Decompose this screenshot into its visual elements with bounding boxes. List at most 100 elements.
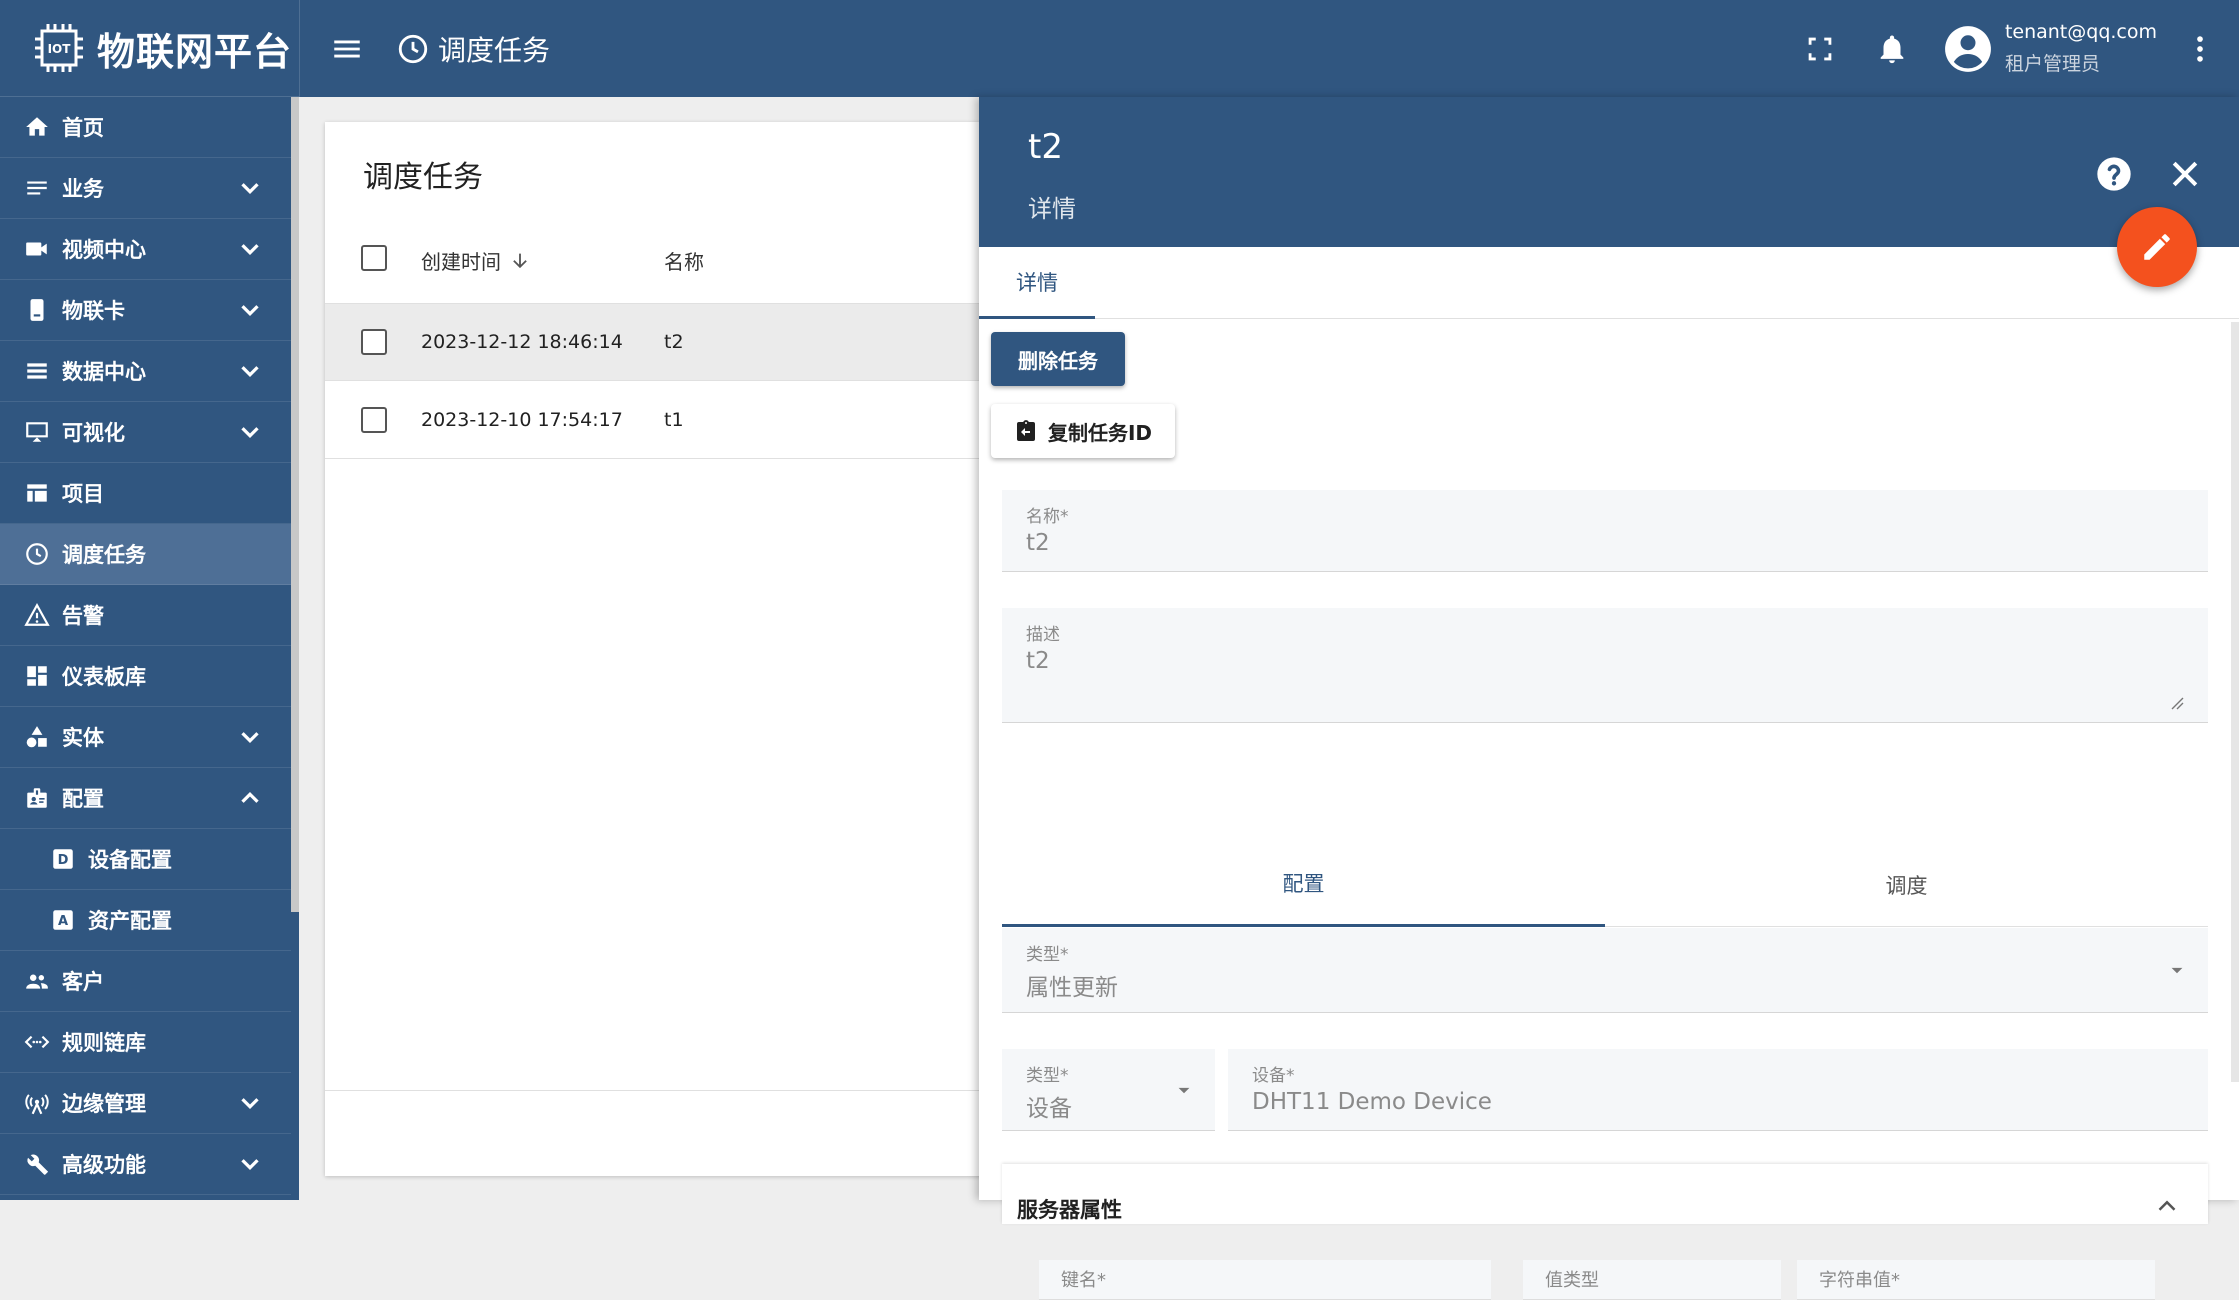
sidebar-item[interactable]: 高级功能 bbox=[0, 1134, 291, 1195]
brand-name: 物联网平台 bbox=[97, 29, 293, 74]
sidebar-item-label: 仪表板库 bbox=[62, 665, 146, 689]
chevron-down-icon[interactable] bbox=[235, 417, 265, 447]
people-icon bbox=[26, 974, 48, 989]
attribute-key-label: 键名* bbox=[1061, 1270, 1106, 1291]
description-field[interactable]: 描述 t2 bbox=[1002, 608, 2208, 723]
sidebar-item-label: 客户 bbox=[62, 970, 104, 994]
logo[interactable]: IOT 物联网平台 bbox=[0, 0, 299, 97]
chevron-down-icon[interactable] bbox=[235, 173, 265, 203]
sidebar-item[interactable]: D 设备配置 bbox=[0, 829, 291, 890]
detail-title: t2 bbox=[1028, 127, 1063, 167]
menu-toggle-icon[interactable] bbox=[330, 32, 364, 66]
column-name[interactable]: 名称 bbox=[664, 246, 704, 275]
monitor-icon bbox=[26, 422, 48, 442]
sidebar-item[interactable]: 项目 bbox=[0, 463, 291, 524]
entity-type-select[interactable]: 类型* 设备 bbox=[1002, 1049, 1215, 1131]
sidebar-item[interactable]: 规则链库 bbox=[0, 1012, 291, 1073]
dropdown-arrow-icon bbox=[1178, 1087, 1190, 1094]
sidebar-item[interactable]: 边缘管理 bbox=[0, 1073, 291, 1134]
tab-configuration[interactable]: 配置 bbox=[1002, 842, 1605, 927]
attribute-string-value-label: 字符串值* bbox=[1819, 1270, 1900, 1291]
sidebar-item-label: 项目 bbox=[62, 482, 104, 506]
delete-task-button[interactable]: 删除任务 bbox=[991, 332, 1125, 386]
name-field[interactable]: 名称* t2 bbox=[1002, 490, 2208, 572]
row-created: 2023-12-12 18:46:14 bbox=[421, 331, 623, 353]
sidebar-item[interactable]: 实体 bbox=[0, 707, 291, 768]
sidebar-menu: 首页 业务 视频中心 物联卡 数据中心 可视化 项目 调度任务 告警 仪表板库 实体 配置 D 设备配置 A… bbox=[0, 97, 291, 1195]
sidebar-item[interactable]: 调度任务 bbox=[0, 524, 291, 585]
tab-details[interactable]: 详情 bbox=[979, 247, 1095, 319]
chevron-down-icon[interactable] bbox=[235, 1149, 265, 1179]
chevron-up-icon[interactable] bbox=[235, 783, 265, 813]
sidebar-item[interactable]: 数据中心 bbox=[0, 341, 291, 402]
user-role: 租户管理员 bbox=[2004, 53, 2100, 75]
more-vert-icon[interactable] bbox=[2183, 32, 2217, 66]
sidebar-item[interactable]: 物联卡 bbox=[0, 280, 291, 341]
task-type-label: 类型* bbox=[1026, 945, 1069, 965]
copy-task-id-button[interactable]: 复制任务ID bbox=[991, 404, 1175, 458]
clipboard-icon bbox=[1016, 420, 1035, 441]
help-icon[interactable] bbox=[2094, 154, 2134, 194]
sidebar-item[interactable]: 视频中心 bbox=[0, 219, 291, 280]
row-checkbox[interactable] bbox=[361, 406, 387, 433]
server-attributes-panel[interactable] bbox=[1002, 1164, 2208, 1224]
name-field-value: t2 bbox=[1026, 530, 1050, 556]
sidebar-item[interactable]: A 资产配置 bbox=[0, 890, 291, 951]
sidebar-item-label: 调度任务 bbox=[62, 543, 146, 567]
device-profile-icon: D bbox=[53, 849, 73, 869]
sidebar-item[interactable]: 配置 bbox=[0, 768, 291, 829]
close-icon[interactable] bbox=[2165, 154, 2205, 194]
chevron-down-icon[interactable] bbox=[235, 1088, 265, 1118]
sidebar-scrollbar[interactable] bbox=[291, 97, 299, 912]
sidebar-item-label: 业务 bbox=[62, 177, 104, 201]
select-all-checkbox[interactable] bbox=[361, 245, 387, 271]
row-checkbox[interactable] bbox=[361, 329, 387, 355]
attribute-value-type-label: 值类型 bbox=[1545, 1270, 1599, 1291]
sidebar-item[interactable]: 业务 bbox=[0, 158, 291, 219]
sidebar-item-label: 实体 bbox=[62, 726, 104, 750]
row-name: t1 bbox=[664, 408, 684, 431]
detail-subtitle: 详情 bbox=[1028, 195, 1076, 223]
list-icon bbox=[27, 181, 47, 195]
panel-scrollbar[interactable] bbox=[2231, 322, 2239, 1082]
tab-schedule[interactable]: 调度 bbox=[1605, 842, 2208, 927]
attribute-value-type-field[interactable]: 值类型 bbox=[1523, 1260, 1781, 1300]
column-created-label: 创建时间 bbox=[421, 250, 501, 274]
device-autocomplete[interactable]: 设备* DHT11 Demo Device bbox=[1228, 1049, 2208, 1131]
sidebar-item[interactable]: 可视化 bbox=[0, 402, 291, 463]
chevron-down-icon[interactable] bbox=[235, 295, 265, 325]
column-created-time[interactable]: 创建时间 bbox=[421, 246, 531, 275]
notifications-bell-icon[interactable] bbox=[1875, 32, 1909, 66]
svg-text:D: D bbox=[58, 853, 69, 868]
task-type-select[interactable]: 类型* 属性更新 bbox=[1002, 928, 2208, 1013]
sidebar-item[interactable]: 告警 bbox=[0, 585, 291, 646]
code-arrows-icon bbox=[24, 1035, 50, 1049]
sidebar-item-label: 告警 bbox=[62, 604, 104, 628]
user-info[interactable]: tenant@qq.com 租户管理员 bbox=[2005, 21, 2157, 76]
dropdown-arrow-icon bbox=[2171, 967, 2183, 974]
fullscreen-icon[interactable] bbox=[1803, 32, 1837, 66]
account-avatar-icon[interactable] bbox=[1943, 24, 1993, 74]
sidebar-item-label: 可视化 bbox=[62, 421, 125, 445]
chevron-down-icon[interactable] bbox=[235, 356, 265, 386]
attribute-key-field[interactable]: 键名* bbox=[1039, 1260, 1491, 1300]
tools-icon bbox=[27, 1154, 48, 1175]
chevron-down-icon[interactable] bbox=[235, 722, 265, 752]
resize-handle-icon[interactable] bbox=[2170, 696, 2184, 710]
chevron-down-icon[interactable] bbox=[235, 234, 265, 264]
sidebar-item[interactable]: 客户 bbox=[0, 951, 291, 1012]
sidebar-item[interactable]: 首页 bbox=[0, 97, 291, 158]
antenna-icon bbox=[25, 1094, 49, 1115]
video-icon bbox=[26, 242, 47, 256]
sim-card-icon bbox=[30, 299, 44, 321]
attribute-string-value-field[interactable]: 字符串值* bbox=[1797, 1260, 2155, 1300]
data-icon bbox=[27, 363, 47, 379]
chevron-up-icon[interactable] bbox=[2152, 1191, 2182, 1221]
sidebar-item[interactable]: 仪表板库 bbox=[0, 646, 291, 707]
sidebar-item-label: 资产配置 bbox=[88, 909, 172, 933]
list-title: 调度任务 bbox=[363, 160, 483, 195]
asset-profile-icon: A bbox=[53, 910, 73, 930]
detail-header: t2 详情 bbox=[979, 97, 2239, 247]
shapes-icon bbox=[26, 726, 47, 748]
description-field-value: t2 bbox=[1026, 648, 1050, 674]
